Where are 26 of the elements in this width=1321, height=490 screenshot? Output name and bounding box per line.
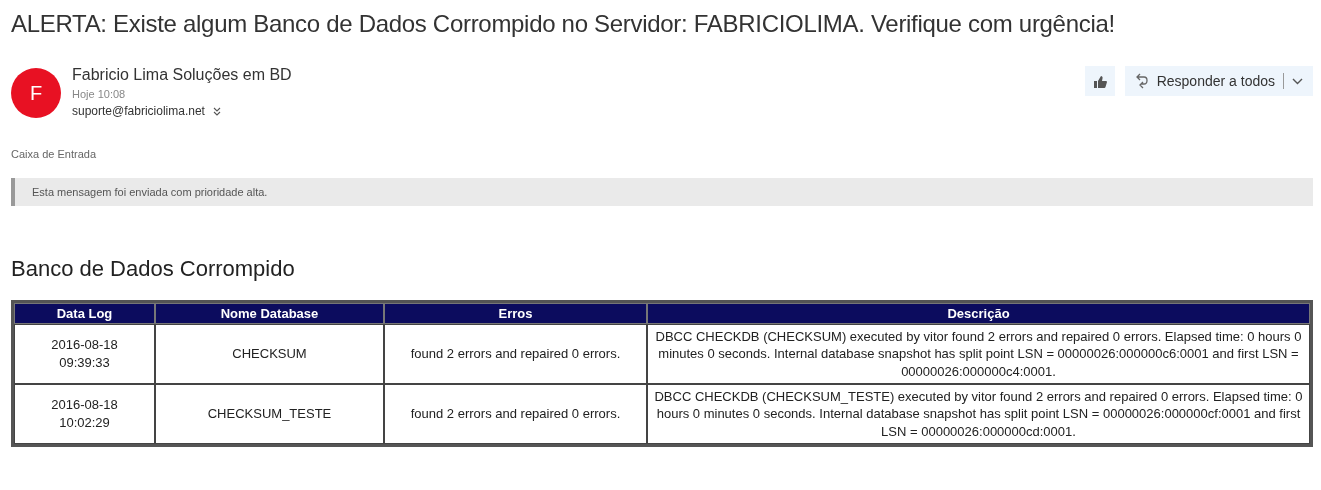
sent-time: Hoje 10:08 bbox=[72, 88, 127, 100]
sender-avatar: F bbox=[11, 68, 61, 118]
column-header: Erros bbox=[384, 303, 647, 324]
sender-email: suporte@fabriciolima.net bbox=[72, 104, 205, 118]
expand-icon[interactable] bbox=[212, 106, 221, 116]
table-cell: CHECKSUM_TESTE bbox=[155, 384, 384, 444]
table-cell: found 2 errors and repaired 0 errors. bbox=[384, 324, 647, 384]
email-subject: ALERTA: Existe algum Banco de Dados Corrompido no Servidor: FABRICIOLIMA. Verifique com urgência! bbox=[11, 10, 1116, 38]
table-cell: CHECKSUM bbox=[155, 324, 384, 384]
table-cell: 2016-08-18 10:02:29 bbox=[14, 384, 155, 444]
reply-all-button[interactable]: Responder a todos bbox=[1124, 66, 1313, 96]
column-header: Descrição bbox=[647, 303, 1310, 324]
folder-label: Caixa de Entrada bbox=[11, 148, 97, 160]
column-header: Data Log bbox=[14, 303, 155, 324]
column-header: Nome Database bbox=[155, 303, 384, 324]
table-cell: DBCC CHECKDB (CHECKSUM_TESTE) executed by vitor found 2 errors and repaired 0 errors. Elapsed time: 0 hours 0 minutes 0 seconds. Internal database snapshot has split point LSN = 00000026:000000cf:0001 and first LSN = 00000026:000000cd:0001. bbox=[647, 384, 1310, 444]
caret-icon[interactable] bbox=[1292, 77, 1303, 85]
reply-all-icon bbox=[1134, 73, 1149, 89]
body-heading: Banco de Dados Corrompido bbox=[11, 256, 296, 282]
like-button[interactable] bbox=[1084, 66, 1115, 96]
sender-name: Fabricio Lima Soluções em BD bbox=[72, 66, 292, 84]
table-cell: 2016-08-18 09:39:33 bbox=[14, 324, 155, 384]
thumbs-up-icon bbox=[1092, 74, 1107, 88]
priority-notice: Esta mensagem foi enviada com prioridade alta. bbox=[11, 178, 1313, 206]
table-cell: found 2 errors and repaired 0 errors. bbox=[384, 384, 647, 444]
table-cell: DBCC CHECKDB (CHECKSUM) executed by vitor found 2 errors and repaired 0 errors. Elapsed time: 0 hours 0 minutes 0 seconds. Internal database snapshot has split point LSN = 00000026:000000c6:0001 and first LSN = 00000026:000000c4:0001. bbox=[647, 324, 1310, 384]
